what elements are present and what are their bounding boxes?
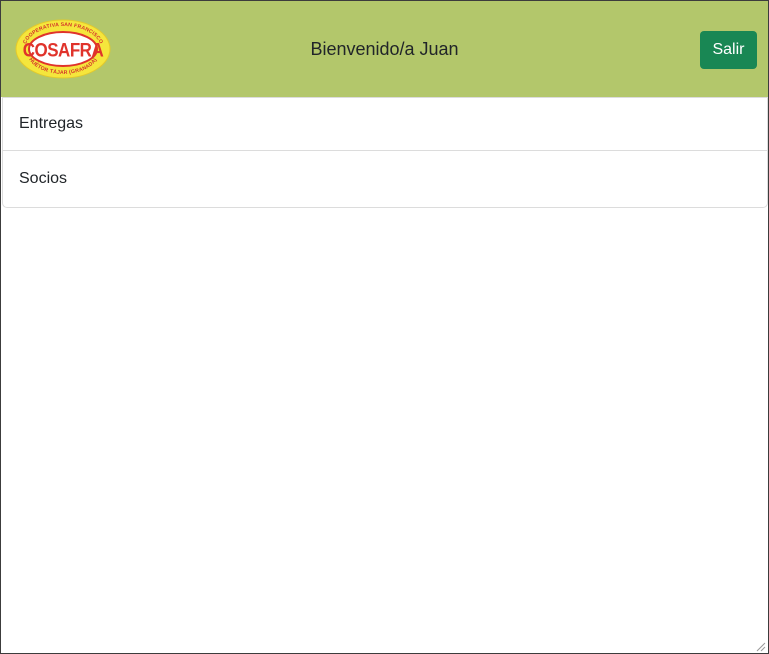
svg-text:COSAFRA: COSAFRA [23,38,104,60]
top-bar: COOPERATIVA SAN FRANCISCO HUÉTOR TÁJAR (… [1,1,768,97]
cosafra-logo: COOPERATIVA SAN FRANCISCO HUÉTOR TÁJAR (… [15,19,111,79]
menu-item-entregas[interactable]: Entregas [3,98,767,151]
app-window: COOPERATIVA SAN FRANCISCO HUÉTOR TÁJAR (… [0,0,769,654]
welcome-message: Bienvenido/a Juan [310,38,459,59]
menu-item-socios[interactable]: Socios [3,151,767,207]
logout-button[interactable]: Salir [700,31,757,69]
main-menu: Entregas Socios [2,97,768,208]
resize-grip-icon[interactable] [754,639,766,652]
